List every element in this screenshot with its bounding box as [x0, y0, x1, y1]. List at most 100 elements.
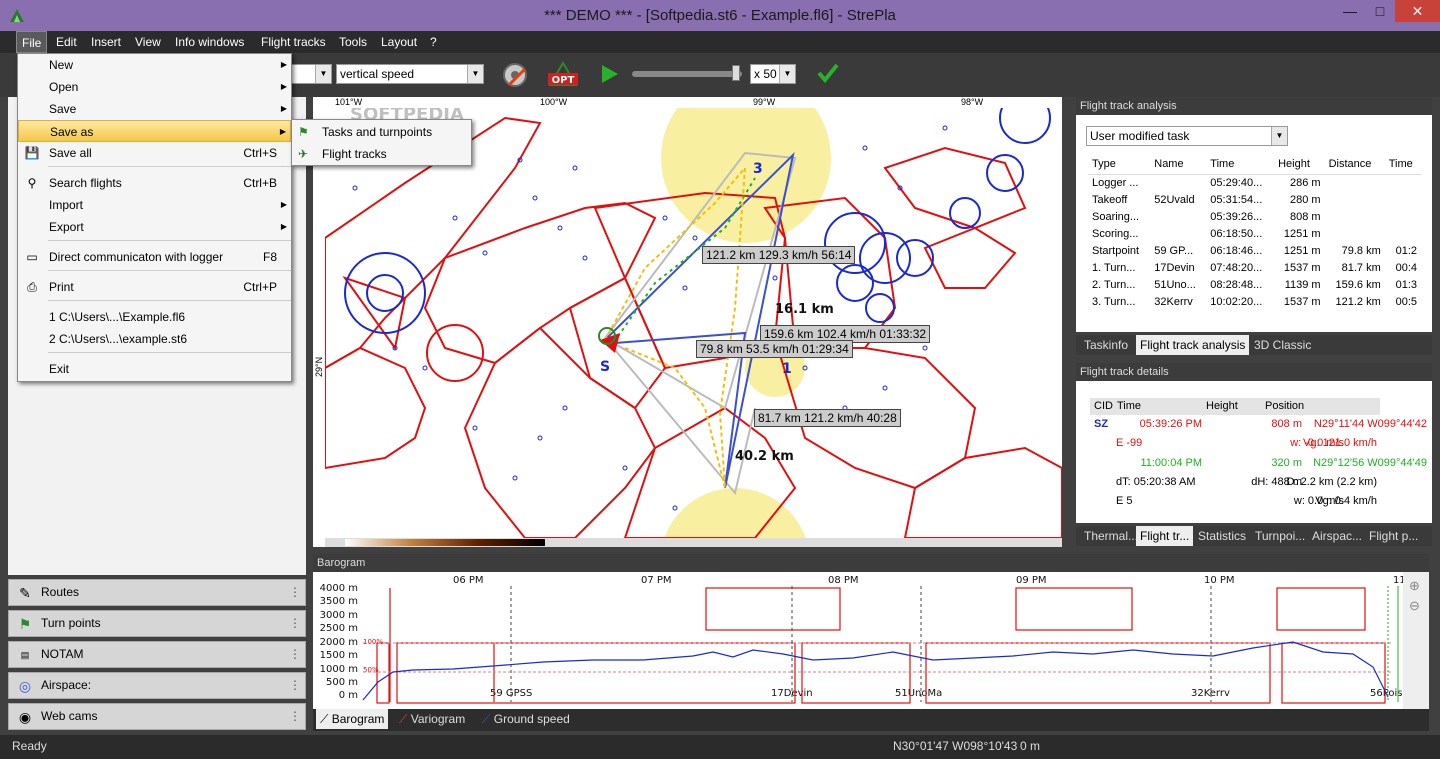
tab-thermal[interactable]: Thermal... [1080, 526, 1142, 546]
minimize-button[interactable]: — [1335, 0, 1365, 22]
menu-flight-tracks[interactable]: Flight tracks [256, 31, 331, 53]
printer-icon: ⎙ [27, 280, 37, 294]
tab-flight-track-analysis[interactable]: Flight track analysis [1136, 335, 1250, 355]
menu-item-print[interactable]: ⎙ Print Ctrl+P [18, 276, 291, 298]
toolbar-combo-hidden[interactable]: ▼ [290, 64, 332, 84]
table-row[interactable]: 3. Turn... 32Kerrv 10:02:20... 1537 m 121.2 … [1088, 293, 1421, 310]
close-button[interactable]: ✕ [1395, 0, 1440, 22]
menu-file[interactable]: File [16, 31, 48, 53]
submenu-item-tasks-turnpoints[interactable]: ⚑ Tasks and turnpoints [292, 121, 471, 143]
table-row[interactable]: Logger ... 05:29:40... 286 m [1088, 174, 1421, 191]
menu-item-exit[interactable]: Exit [18, 358, 291, 380]
menu-item-save[interactable]: Save ▶ [18, 98, 291, 120]
submenu-item-flight-tracks[interactable]: ✈ Flight tracks [292, 143, 471, 165]
table-row[interactable]: Startpoint 59 GP... 06:18:46... 1251 m 79.8 … [1088, 242, 1421, 259]
slider-handle[interactable] [732, 65, 740, 81]
status-text: Ready [12, 739, 47, 753]
table-row[interactable]: 1. Turn... 17Devin 07:48:20... 1537 m 81.7 k… [1088, 259, 1421, 276]
color-scale [345, 539, 545, 546]
menu-item-save-as[interactable]: Save as ▶ [18, 120, 291, 142]
table-cell: 07:48:20... [1210, 261, 1263, 274]
zoom-out-icon[interactable]: ⊖ [1409, 598, 1420, 614]
column-header[interactable]: Name [1150, 154, 1207, 175]
tab-flight-track[interactable]: Flight tr... [1136, 526, 1194, 546]
table-cell [1325, 174, 1385, 191]
tab-barogram[interactable]: ⟋ Barogram [316, 709, 389, 729]
tab-3d-classic[interactable]: 3D Classic [1250, 335, 1315, 355]
tab-statistics[interactable]: Statistics [1194, 526, 1250, 546]
column-header[interactable]: Time [1206, 154, 1275, 175]
nav-routes[interactable]: ✎ Routes ⋮ [8, 579, 306, 606]
table-cell: 1251 m [1283, 244, 1321, 257]
menu-separator [48, 240, 291, 241]
menu-item-search-flights[interactable]: ⚲ Search flights Ctrl+B [18, 172, 291, 194]
ground-speed-value: Vg: 0.4 km/h [1315, 495, 1377, 507]
column-header: Time [1117, 400, 1142, 412]
submenu-arrow-icon: ▶ [279, 127, 286, 136]
menu-insert[interactable]: Insert [86, 31, 126, 53]
y-tick: 1500 m [320, 650, 358, 661]
table-cell [1150, 225, 1206, 242]
menu-info-windows[interactable]: Info windows [170, 31, 249, 53]
settings-gear-icon[interactable] [499, 59, 531, 91]
task-select[interactable]: User modified task ▼ [1086, 126, 1288, 146]
nav-turn-points[interactable]: ⚑ Turn points ⋮ [8, 610, 306, 637]
optimize-button[interactable]: OPT [546, 59, 580, 91]
map-scrollbar[interactable] [325, 538, 1062, 547]
menu-item-label: Import [49, 198, 84, 212]
flight-track-icon: ✈ [298, 147, 309, 161]
table-row[interactable]: Takeoff 52Uvald 05:31:54... 280 m [1088, 191, 1421, 208]
barogram-panel: Barogram 4000 m 3500 m 3000 m 2500 m 200… [313, 554, 1429, 709]
file-menu-dropdown: New ▶ Open ▶ Save ▶ Save as ▶ 💾 Save all Ctrl+… [17, 53, 292, 382]
barogram-chart[interactable]: 4000 m 3500 m 3000 m 2500 m 2000 m 1500 … [313, 572, 1429, 709]
table-cell: 01:2 [1395, 244, 1417, 257]
nav-airspace[interactable]: ◎ Airspace: ⋮ [8, 672, 306, 699]
time-value: 05:39:26 PM [1139, 418, 1202, 430]
tab-ground-speed[interactable]: ⟋ Ground speed [478, 709, 574, 729]
grip-icon: ⋮ [289, 678, 301, 692]
tab-taskinfo[interactable]: Taskinfo [1080, 335, 1132, 355]
menu-item-save-all[interactable]: 💾 Save all Ctrl+S [18, 142, 291, 164]
menu-item-import[interactable]: Import ▶ [18, 194, 291, 216]
zoom-in-icon[interactable]: ⊕ [1409, 578, 1420, 594]
table-cell: 159.6 km [1335, 278, 1381, 291]
tab-flight-path[interactable]: Flight p... [1365, 526, 1422, 546]
table-row[interactable]: Soaring... 05:39:26... 808 m [1088, 208, 1421, 225]
column-header[interactable]: Height [1274, 154, 1325, 175]
nav-web-cams[interactable]: ◉ Web cams ⋮ [8, 703, 306, 730]
tab-airspace[interactable]: Airspac... [1308, 526, 1366, 546]
menu-help[interactable]: ? [425, 31, 442, 53]
menu-item-new[interactable]: New ▶ [18, 54, 291, 76]
airspace-icon: ◎ [18, 678, 32, 694]
column-header[interactable]: Time [1384, 154, 1421, 175]
table-cell [1150, 174, 1206, 191]
table-row[interactable]: 2. Turn... 51Uno... 08:28:48... 1139 m 159.6… [1088, 276, 1421, 293]
menu-edit[interactable]: Edit [51, 31, 82, 53]
menu-item-label: Search flights [49, 176, 122, 190]
nav-notam[interactable]: ▤ NOTAM ⋮ [8, 641, 306, 668]
table-row[interactable]: Scoring... 06:18:50... 1251 m [1088, 225, 1421, 242]
menu-item-direct-communication[interactable]: ▭ Direct communicaton with logger F8 [18, 246, 291, 268]
maximize-button[interactable]: □ [1365, 0, 1395, 22]
play-icon[interactable] [598, 63, 620, 85]
tab-turnpoints[interactable]: Turnpoi... [1251, 526, 1309, 546]
column-header[interactable]: Type [1088, 154, 1151, 175]
playback-slider[interactable] [632, 71, 742, 77]
menu-item-export[interactable]: Export ▶ [18, 216, 291, 238]
leg-label: 79.8 km 53.5 km/h 01:29:34 [696, 340, 853, 358]
tab-variogram[interactable]: ⟋ Variogram [395, 709, 469, 729]
param-select[interactable]: vertical speed ▼ [336, 64, 484, 84]
speed-select[interactable]: x 50 ▼ [750, 64, 796, 84]
menu-layout[interactable]: Layout [376, 31, 422, 53]
column-header[interactable]: Distance [1324, 154, 1385, 175]
menu-item-open[interactable]: Open ▶ [18, 76, 291, 98]
menu-item-recent-1[interactable]: 1 C:\Users\...\Example.fl6 [18, 306, 291, 328]
ground-speed-icon: ⟋ [482, 712, 494, 726]
table-cell: 1537 m [1283, 295, 1321, 308]
time-value: 11:00:04 PM [1140, 457, 1202, 469]
menu-item-recent-2[interactable]: 2 C:\Users\...\example.st6 [18, 328, 291, 350]
flight-map[interactable]: SOFTPEDIA 3 1 S 16.1 km 40.2 km 121.2 km… [325, 108, 1062, 538]
checkmark-icon[interactable] [816, 61, 840, 85]
menu-view[interactable]: View [130, 31, 166, 53]
menu-tools[interactable]: Tools [334, 31, 372, 53]
